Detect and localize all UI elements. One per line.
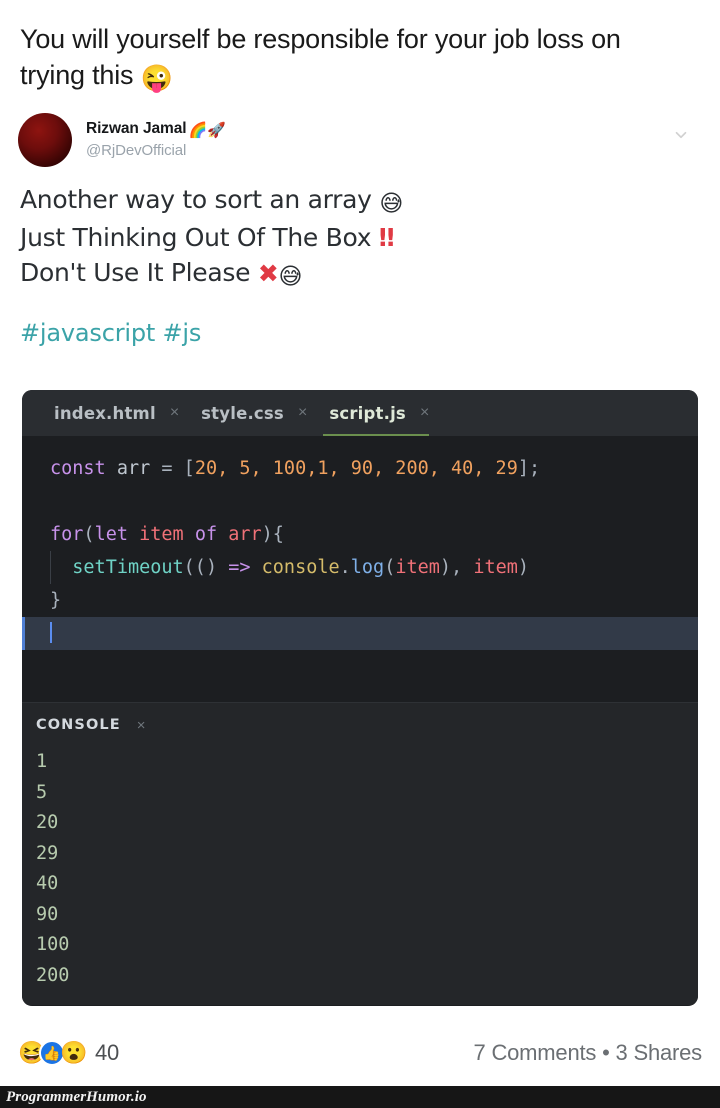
embedded-tweet[interactable]: Rizwan Jamal 🌈🚀 @RjDevOfficial Another wa… xyxy=(12,112,708,347)
tweet-line-3: Don't Use It Please xyxy=(20,258,251,288)
close-icon[interactable]: × xyxy=(137,718,146,733)
code-line-1: const arr = [20, 5, 100,1, 90, 200, 40, … xyxy=(22,452,698,485)
identifier-item: item xyxy=(127,524,195,545)
tweet-author[interactable]: Rizwan Jamal 🌈🚀 @RjDevOfficial xyxy=(86,120,226,160)
tab-label: style.css xyxy=(201,403,284,423)
reaction-summary[interactable]: 😆 👍 😮 40 xyxy=(18,1040,119,1066)
console-output: 1 5 20 29 40 90 100 200 xyxy=(22,743,698,991)
wow-reaction-icon: 😮 xyxy=(60,1040,88,1065)
console-line: 40 xyxy=(36,873,59,894)
console-line: 29 xyxy=(36,842,59,864)
console-line: 1 xyxy=(36,751,48,772)
editor-tabbar: index.html × style.css × script.js × xyxy=(22,390,698,436)
console-line: 90 xyxy=(36,903,59,925)
caption-line-2: trying this xyxy=(20,59,134,90)
author-badge-emoji: 🌈🚀 xyxy=(188,122,226,140)
caption-line-1: You will yourself be responsible for you… xyxy=(20,24,621,54)
code-line-3: for(let item of arr){ xyxy=(22,518,698,551)
post-footer: 😆 👍 😮 40 7 Comments • 3 Shares xyxy=(0,1020,720,1086)
function-settimeout: setTimeout xyxy=(72,557,184,578)
tab-index-html[interactable]: index.html × xyxy=(36,390,183,436)
watermark-bar: ProgrammerHumor.io xyxy=(0,1086,720,1108)
console-line: 100 xyxy=(36,934,70,955)
author-name-row: Rizwan Jamal 🌈🚀 xyxy=(86,120,226,140)
sweat-smile-emoji-1: 😅 xyxy=(379,191,404,217)
console-panel: CONSOLE × 1 5 20 29 40 90 100 200 xyxy=(22,703,698,1005)
block-open: ){ xyxy=(261,524,284,545)
avatar[interactable] xyxy=(18,113,72,167)
author-handle[interactable]: @RjDevOfficial xyxy=(86,142,226,160)
meme-screenshot: You will yourself be responsible for you… xyxy=(0,0,720,1108)
author-name: Rizwan Jamal xyxy=(86,120,187,138)
arg-separator: ), xyxy=(439,557,474,578)
close-icon[interactable]: × xyxy=(298,405,307,421)
paren-close: ) xyxy=(517,557,530,578)
cross-mark-icon: ✖ xyxy=(257,259,279,289)
tab-script-js[interactable]: script.js × xyxy=(311,390,433,436)
console-line: 20 xyxy=(36,812,59,833)
keyword-for: for xyxy=(50,524,84,545)
comments-shares-meta[interactable]: 7 Comments • 3 Shares xyxy=(474,1040,703,1066)
tweet-hashtags[interactable]: #javascript #js xyxy=(12,319,708,347)
tab-style-css[interactable]: style.css × xyxy=(183,390,311,436)
keyword-const: const xyxy=(50,458,106,479)
arrow-operator: => xyxy=(228,557,251,578)
paren-open: ( xyxy=(83,524,95,545)
reaction-count: 40 xyxy=(95,1040,120,1065)
identifier-arr-ref: arr xyxy=(217,524,262,545)
assignment-bracket: = [ xyxy=(161,458,195,479)
arg-item-2: item xyxy=(473,557,518,578)
text-cursor xyxy=(50,622,52,643)
console-title: CONSOLE xyxy=(36,717,121,733)
dot-operator: . xyxy=(339,557,351,578)
close-icon[interactable]: × xyxy=(170,405,179,421)
code-line-2-blank xyxy=(22,485,698,518)
keyword-let: let xyxy=(94,524,128,545)
paren-args: (() xyxy=(183,557,229,578)
keyword-of: of xyxy=(194,524,218,545)
code-editor-card: index.html × style.css × script.js × con… xyxy=(22,390,698,1006)
arg-item-1: item xyxy=(395,557,440,578)
tweet-header: Rizwan Jamal 🌈🚀 @RjDevOfficial xyxy=(12,112,708,168)
sweat-smile-emoji-2: 😅 xyxy=(278,264,303,291)
statement-end: ]; xyxy=(517,458,541,479)
console-line: 200 xyxy=(36,964,70,986)
close-icon[interactable]: × xyxy=(420,405,429,421)
winking-tongue-emoji: 😜 xyxy=(140,62,173,93)
tweet-line-2: Just Thinking Out Of The Box xyxy=(20,223,372,253)
paren-open-2: ( xyxy=(384,557,396,578)
method-log: log xyxy=(350,557,385,578)
code-line-4: setTimeout(() => console.log(item), item… xyxy=(50,551,698,584)
object-console: console xyxy=(250,557,340,578)
watermark-text: ProgrammerHumor.io xyxy=(6,1088,147,1105)
identifier-arr: arr xyxy=(105,458,162,479)
code-area[interactable]: const arr = [20, 5, 100,1, 90, 200, 40, … xyxy=(22,436,698,702)
tab-label: index.html xyxy=(54,403,156,423)
double-exclamation-icon: ‼ xyxy=(378,223,395,253)
code-line-6-active[interactable] xyxy=(22,617,698,650)
console-header: CONSOLE × xyxy=(22,717,698,733)
tab-label: script.js xyxy=(329,403,406,423)
tweet-line-1: Another way to sort an array xyxy=(20,185,372,214)
post-caption: You will yourself be responsible for you… xyxy=(20,22,692,95)
chevron-down-icon[interactable] xyxy=(672,126,690,144)
code-line-5: } xyxy=(22,584,698,617)
block-close: } xyxy=(50,590,62,611)
array-literal-values: 20, 5, 100,1, 90, 200, 40, 29 xyxy=(194,458,518,479)
console-line: 5 xyxy=(36,781,48,803)
tweet-text: Another way to sort an array 😅 Just Thin… xyxy=(12,182,708,293)
